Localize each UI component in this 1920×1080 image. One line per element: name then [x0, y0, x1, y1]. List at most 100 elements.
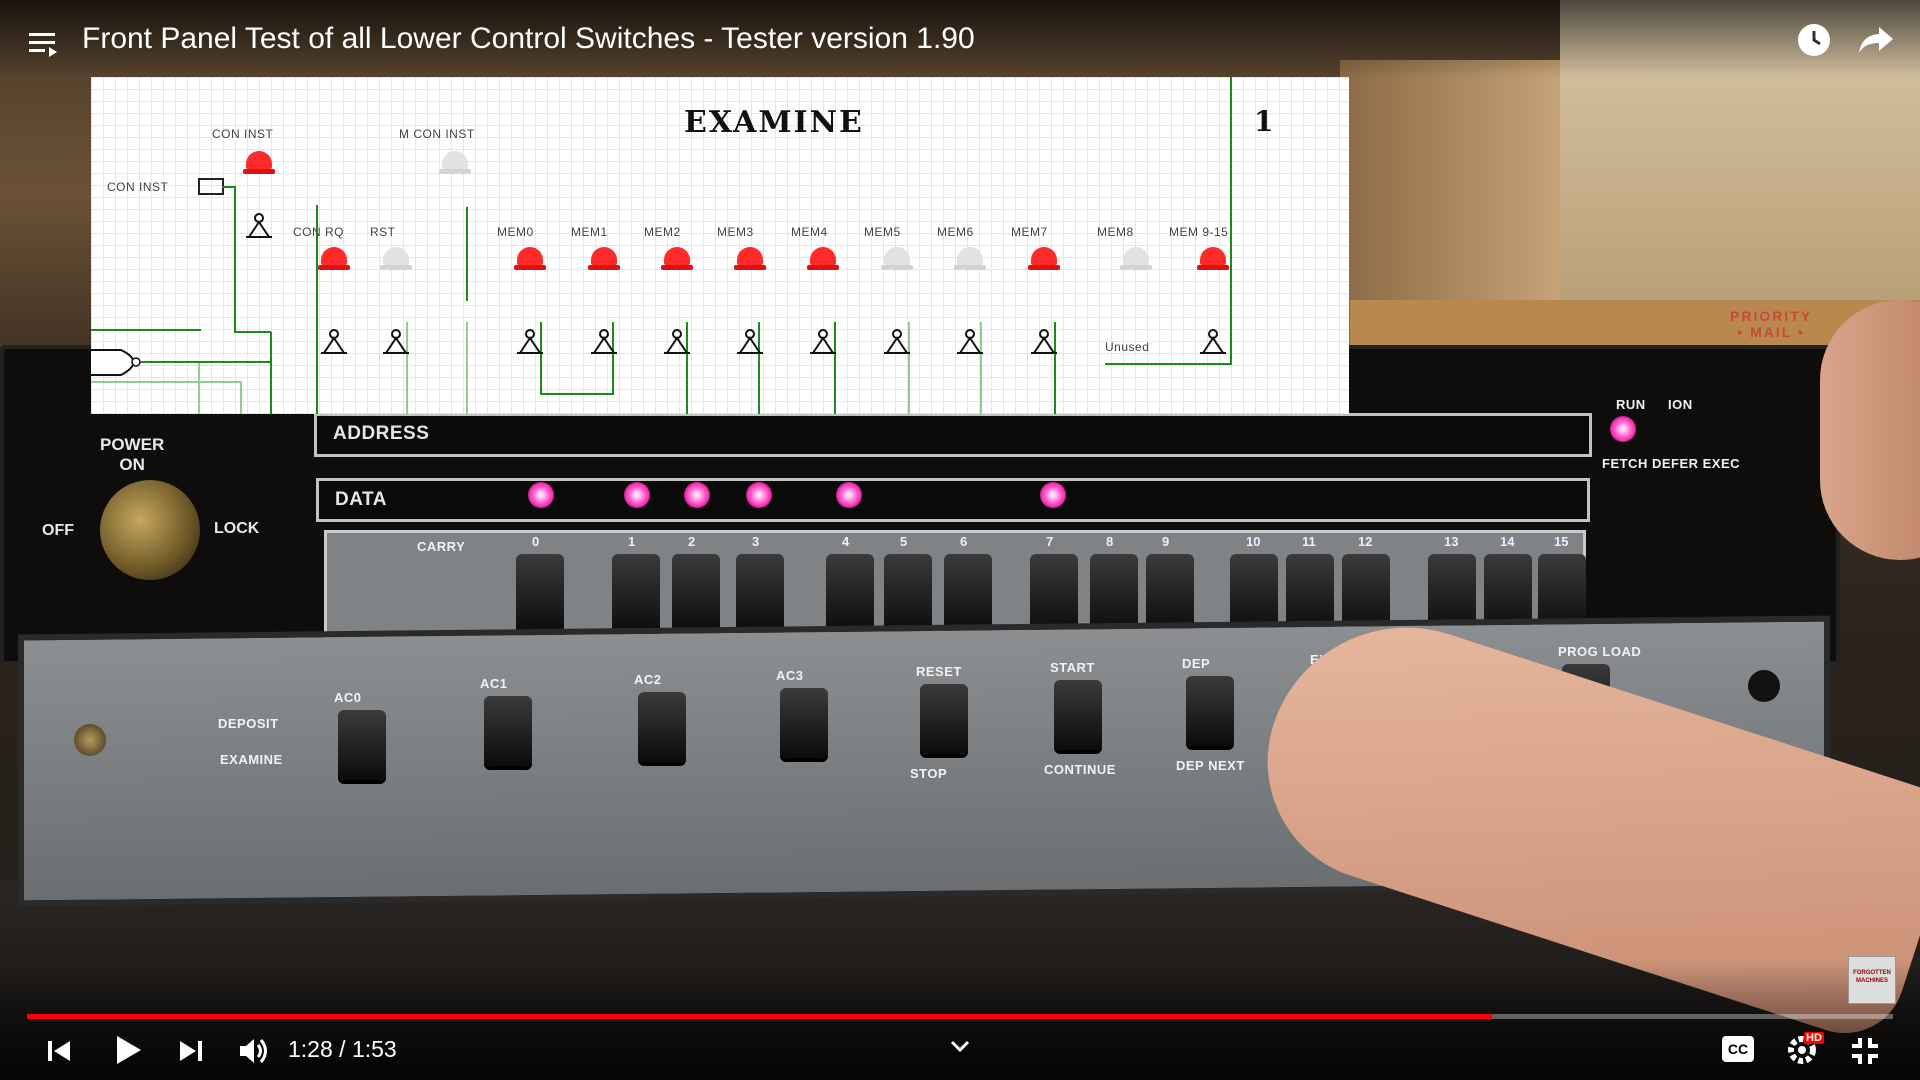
data-led: [684, 482, 710, 508]
skip-previous-icon[interactable]: [44, 1036, 74, 1066]
indicator-lamp: [439, 151, 471, 177]
deposit-label: DEPOSIT: [218, 716, 279, 731]
switch-number: 10: [1246, 534, 1261, 549]
indicator-lamp: [588, 247, 620, 273]
indicator-lamp: [1120, 247, 1152, 273]
control-label-top: RESET: [916, 664, 962, 679]
address-row: ADDRESS: [314, 413, 1592, 457]
control-switch-ac2[interactable]: [638, 692, 686, 762]
volume-icon[interactable]: [236, 1034, 270, 1068]
lock-label: LOCK: [214, 520, 260, 537]
data-switch-4[interactable]: [826, 554, 874, 634]
data-switch-0[interactable]: [516, 554, 564, 634]
control-label-top: AC3: [776, 668, 804, 683]
indicator-lamp: [243, 151, 275, 177]
share-icon[interactable]: [1858, 22, 1894, 58]
video-title[interactable]: Front Panel Test of all Lower Control Sw…: [82, 22, 975, 56]
control-label-top: AC1: [480, 676, 508, 691]
indicator-label: MEM0: [497, 225, 534, 239]
control-switch-dep[interactable]: [1186, 676, 1234, 746]
carry-label: CARRY: [417, 539, 466, 554]
indicator-label: CON INST: [212, 127, 274, 141]
data-led: [836, 482, 862, 508]
data-row: DATA: [316, 478, 1590, 522]
switch-number: 0: [532, 534, 540, 549]
switch-number: 12: [1358, 534, 1373, 549]
indicator-label: MEM3: [717, 225, 754, 239]
data-switch-2[interactable]: [672, 554, 720, 634]
play-icon[interactable]: [108, 1030, 148, 1070]
data-switch-3[interactable]: [736, 554, 784, 634]
time-total: 1:53: [351, 1036, 397, 1062]
cc-icon[interactable]: CC: [1722, 1036, 1754, 1062]
switch-number: 1: [628, 534, 636, 549]
switch-number: 15: [1554, 534, 1569, 549]
cc-label: CC: [1727, 1041, 1749, 1057]
data-switch-1[interactable]: [612, 554, 660, 634]
control-label-top: START: [1050, 660, 1095, 675]
indicator-lamp: [954, 247, 986, 273]
playlist-icon[interactable]: [28, 28, 60, 60]
time-separator: /: [332, 1036, 352, 1062]
skip-next-icon[interactable]: [176, 1036, 206, 1066]
switch-number: 5: [900, 534, 908, 549]
fetch-defer-exec-label: FETCH DEFER EXEC: [1602, 456, 1741, 471]
unused-label: Unused: [1105, 340, 1150, 354]
power-label: POWER ON: [100, 435, 165, 474]
hd-badge: HD: [1804, 1032, 1824, 1044]
switch-number: 6: [960, 534, 968, 549]
control-label-bottom: STOP: [910, 766, 948, 781]
control-label-bottom: CONTINUE: [1044, 762, 1116, 777]
probe-symbol: [1031, 329, 1057, 354]
indicator-lamp: [734, 247, 766, 273]
panel-screw: [1748, 670, 1780, 702]
ion-label: ION: [1668, 397, 1693, 412]
data-led: [624, 482, 650, 508]
indicator-label: MEM5: [864, 225, 901, 239]
data-led: [746, 482, 772, 508]
indicator-lamp: [1197, 247, 1229, 273]
control-label-top: DEP: [1182, 656, 1211, 671]
switch-number: 4: [842, 534, 850, 549]
exit-fullscreen-icon[interactable]: [1848, 1034, 1882, 1068]
time-current: 1:28: [288, 1036, 333, 1062]
control-switch-start[interactable]: [1054, 680, 1102, 750]
control-switch-reset[interactable]: [920, 684, 968, 754]
control-label-top: PROG LOAD: [1558, 644, 1642, 659]
probe-symbol: [737, 329, 763, 354]
switch-number: 11: [1302, 534, 1316, 549]
probe-symbol: [957, 329, 983, 354]
indicator-label: M CON INST: [399, 127, 475, 141]
probe-symbol: [1200, 329, 1226, 354]
probe-symbol: [810, 329, 836, 354]
channel-watermark[interactable]: FORGOTTEN MACHINES: [1848, 956, 1896, 1004]
clock-icon[interactable]: [1796, 22, 1832, 58]
indicator-lamp: [661, 247, 693, 273]
data-label: DATA: [335, 489, 387, 510]
control-label-bottom: DEP NEXT: [1176, 758, 1245, 773]
schematic-wires: [91, 77, 1232, 414]
indicator-lamp: [807, 247, 839, 273]
control-switch-ac3[interactable]: [780, 688, 828, 758]
indicator-label: MEM1: [571, 225, 608, 239]
indicator-lamp: [318, 247, 350, 273]
gear-icon[interactable]: HD: [1784, 1032, 1824, 1068]
probe-symbol: [246, 213, 272, 238]
progress-bar[interactable]: [27, 1014, 1893, 1019]
data-switch-5[interactable]: [884, 554, 932, 634]
control-switch-ac0[interactable]: [338, 710, 386, 780]
data-switch-7[interactable]: [1030, 554, 1078, 634]
watermark-text: FORGOTTEN MACHINES: [1853, 970, 1891, 984]
switch-number: 14: [1500, 534, 1515, 549]
switch-number: 13: [1444, 534, 1459, 549]
switch-number: 2: [688, 534, 696, 549]
schematic-overlay: EXAMINE 1 CON INST CON INST M CON INST C…: [91, 77, 1349, 414]
data-switch-6[interactable]: [944, 554, 992, 634]
chevron-down-icon[interactable]: [948, 1036, 972, 1056]
power-key-switch[interactable]: [100, 480, 200, 580]
indicator-label: CON RQ: [293, 225, 344, 239]
data-led: [1040, 482, 1066, 508]
control-switch-ac1[interactable]: [484, 696, 532, 766]
indicator-label: MEM7: [1011, 225, 1048, 239]
probe-symbol: [321, 329, 347, 354]
